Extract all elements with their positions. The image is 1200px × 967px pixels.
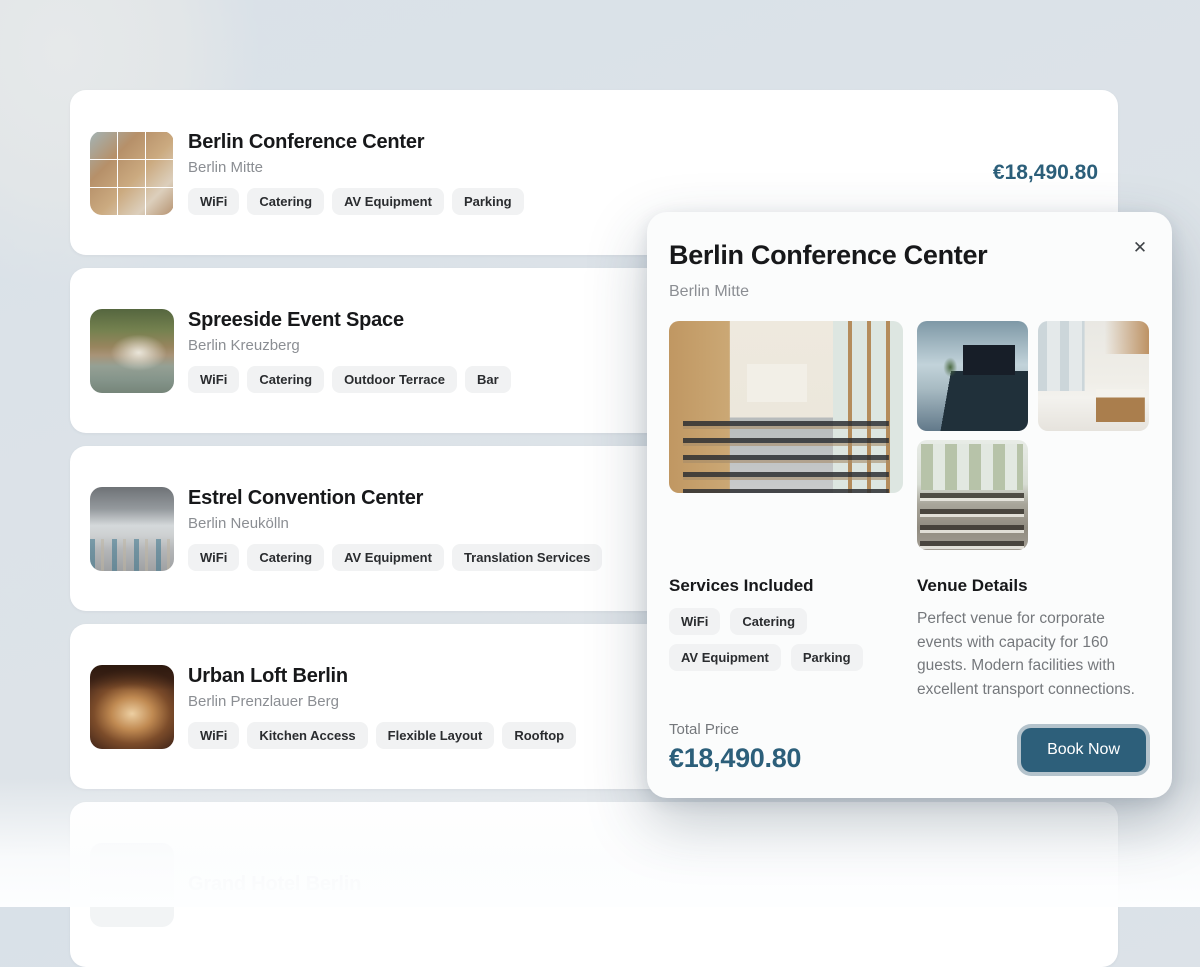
gallery-photo-lobby[interactable] — [1038, 321, 1149, 431]
venue-tags: WiFi Catering AV Equipment Parking — [188, 188, 981, 215]
venue-tag: Catering — [247, 366, 324, 393]
service-tag: Catering — [730, 608, 807, 635]
venue-name: Grand Hotel Berlin — [188, 873, 1098, 896]
venue-thumbnail — [90, 309, 174, 393]
venue-thumbnail — [90, 487, 174, 571]
venue-info: Grand Hotel Berlin — [188, 873, 1098, 896]
photo-gallery — [669, 321, 1150, 550]
service-tag: AV Equipment — [669, 644, 781, 671]
modal-location: Berlin Mitte — [669, 283, 1150, 301]
modal-footer: Total Price €18,490.80 Book Now — [669, 721, 1150, 774]
total-price-value: €18,490.80 — [669, 743, 801, 774]
venue-tag: WiFi — [188, 544, 239, 571]
venue-thumbnail — [90, 131, 174, 215]
venue-detail-modal: ✕ Berlin Conference Center Berlin Mitte … — [647, 212, 1172, 798]
venue-tag: Kitchen Access — [247, 722, 367, 749]
details-section: Venue Details Perfect venue for corporat… — [917, 576, 1150, 701]
services-heading: Services Included — [669, 576, 903, 596]
venue-tag: Catering — [247, 544, 324, 571]
venue-tag: WiFi — [188, 188, 239, 215]
service-tag: Parking — [791, 644, 863, 671]
venue-tag: WiFi — [188, 366, 239, 393]
total-price-label: Total Price — [669, 721, 801, 738]
modal-title: Berlin Conference Center — [669, 240, 1150, 271]
gallery-side-grid — [917, 321, 1149, 550]
venue-tag: Rooftop — [502, 722, 576, 749]
venue-price: €18,490.80 — [993, 161, 1098, 185]
venue-thumbnail — [90, 843, 174, 927]
venue-tag: WiFi — [188, 722, 239, 749]
venue-tag: Parking — [452, 188, 524, 215]
venue-info: Berlin Conference Center Berlin Mitte Wi… — [188, 131, 981, 215]
venue-name: Berlin Conference Center — [188, 131, 981, 154]
venue-tag: Translation Services — [452, 544, 602, 571]
gallery-photo-meeting-room[interactable] — [917, 321, 1028, 431]
service-tag: WiFi — [669, 608, 720, 635]
total-price-block: Total Price €18,490.80 — [669, 721, 801, 774]
details-text: Perfect venue for corporate events with … — [917, 607, 1150, 701]
venue-card-grand-hotel-berlin[interactable]: Grand Hotel Berlin — [70, 802, 1118, 967]
details-heading: Venue Details — [917, 576, 1150, 596]
venue-tag: AV Equipment — [332, 188, 444, 215]
services-section: Services Included WiFi Catering AV Equip… — [669, 576, 903, 701]
venue-tag: AV Equipment — [332, 544, 444, 571]
service-tags: WiFi Catering AV Equipment Parking — [669, 608, 903, 671]
book-now-button[interactable]: Book Now — [1021, 728, 1146, 772]
venue-tag: Outdoor Terrace — [332, 366, 457, 393]
venue-tag: Catering — [247, 188, 324, 215]
venue-tag: Flexible Layout — [376, 722, 495, 749]
modal-sections: Services Included WiFi Catering AV Equip… — [669, 576, 1150, 701]
venue-tag: Bar — [465, 366, 511, 393]
venue-location: Berlin Mitte — [188, 159, 981, 176]
venue-thumbnail — [90, 665, 174, 749]
close-icon[interactable]: ✕ — [1126, 234, 1154, 262]
gallery-photo-main-hall[interactable] — [669, 321, 903, 493]
gallery-photo-restaurant[interactable] — [917, 440, 1028, 550]
